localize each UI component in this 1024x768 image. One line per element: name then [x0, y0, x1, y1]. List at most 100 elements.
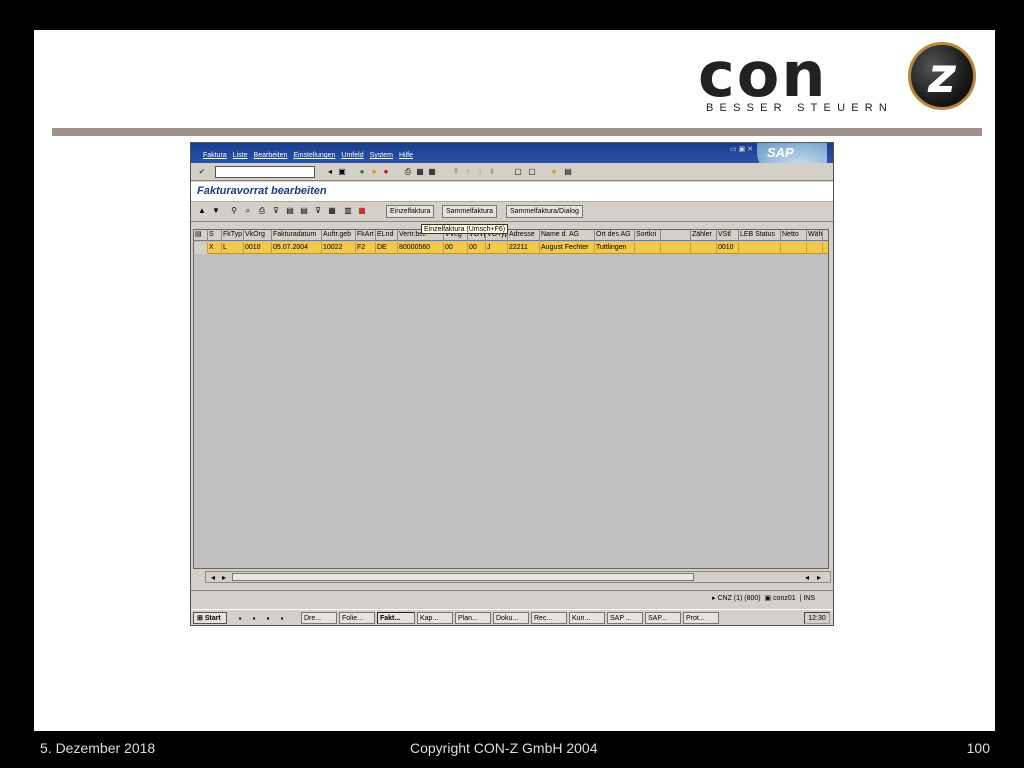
column-header[interactable]: Adresse [508, 230, 540, 241]
column-header[interactable]: VkOrg [244, 230, 272, 241]
details-icon[interactable]: ⚲ [229, 205, 239, 216]
window-controls[interactable]: ▭ ▣ ✕ [730, 145, 753, 153]
exit-icon[interactable]: ● [369, 166, 379, 177]
search-icon[interactable]: ⌕ [243, 205, 253, 216]
quick-launch-icon[interactable]: ▪ [249, 613, 259, 624]
table-cell [781, 242, 807, 254]
layout-menu-icon[interactable]: ▤ [563, 166, 573, 177]
column-header[interactable]: Ort des AG [595, 230, 635, 241]
column-header[interactable] [661, 230, 691, 241]
horizontal-scrollbar[interactable]: ◂ ▸ ◂ ▸ [205, 571, 831, 583]
sammelfaktura-dialog-button[interactable]: Sammelfaktura/Dialog [506, 205, 583, 218]
previous-page-icon[interactable]: ↑ [463, 166, 473, 177]
new-session-icon[interactable]: ▢ [513, 166, 523, 177]
column-header[interactable]: Zähler [691, 230, 717, 241]
logo-tagline: BESSER STEUERN [706, 102, 894, 114]
column-header[interactable]: VStl [717, 230, 739, 241]
find-next-icon[interactable]: ▦ [427, 166, 437, 177]
total-icon[interactable]: ▤ [285, 205, 295, 216]
column-header[interactable]: Fakturadatum [272, 230, 322, 241]
title-bar: Fakturavorrat bearbeiten [191, 182, 833, 202]
last-page-icon[interactable]: ⇟ [487, 166, 497, 177]
clock: 12:30 [804, 612, 830, 624]
table-cell [635, 242, 661, 254]
scrollbar-thumb[interactable] [232, 573, 694, 581]
column-header[interactable]: LEB Status [739, 230, 781, 241]
table-cell [661, 242, 691, 254]
taskbar-item[interactable]: SAP... [645, 612, 681, 624]
command-field[interactable] [215, 166, 315, 178]
quick-launch-icon[interactable]: ▪ [263, 613, 273, 624]
scroll-left-end-icon[interactable]: ◂ [802, 572, 812, 583]
menu-item-system[interactable]: System [370, 152, 393, 159]
first-page-icon[interactable]: ⇞ [451, 166, 461, 177]
column-header[interactable]: Sortkri [635, 230, 661, 241]
back-icon[interactable]: ● [357, 166, 367, 177]
table-row[interactable]: X L 0010 05.07.2004 10022 F2 DE 80000560 00 00 J 22… [194, 242, 828, 254]
taskbar-item[interactable]: Prot... [683, 612, 719, 624]
scroll-right-icon[interactable]: ▸ [219, 572, 229, 583]
column-header[interactable]: FkArt [356, 230, 376, 241]
menu-item-bearbeiten[interactable]: Bearbeiten [254, 152, 288, 159]
save-icon[interactable]: ▣ [337, 166, 347, 177]
einzelfaktura-button[interactable]: Einzelfaktura [386, 205, 435, 218]
filter-icon[interactable]: ⊽ [271, 205, 281, 216]
table-cell: J [486, 242, 508, 254]
menu-item-hilfe[interactable]: Hilfe [399, 152, 413, 159]
back-arrow-icon[interactable]: ◂ [325, 166, 335, 177]
table-cell: 0010 [244, 242, 272, 254]
spreadsheet-icon[interactable]: ▥ [343, 205, 353, 216]
column-header[interactable]: Netto [781, 230, 807, 241]
column-header[interactable]: FkTyp [222, 230, 244, 241]
footer-page-number: 100 [966, 740, 990, 756]
taskbar-item[interactable]: Doku... [493, 612, 529, 624]
menu-item-faktura[interactable]: Faktura [203, 152, 227, 159]
scroll-left-icon[interactable]: ◂ [208, 572, 218, 583]
con-z-logo: con z BESSER STEUERN [698, 42, 980, 118]
enter-icon[interactable]: ✔ [197, 166, 207, 177]
table-cell: 10022 [322, 242, 356, 254]
next-page-icon[interactable]: ↓ [475, 166, 485, 177]
taskbar-item[interactable]: Plan... [455, 612, 491, 624]
menu-item-umfeld[interactable]: Umfeld [341, 152, 363, 159]
start-button[interactable]: ⊞ Start [193, 612, 227, 624]
taskbar-item[interactable]: Folie... [339, 612, 375, 624]
taskbar-item[interactable]: Kun... [569, 612, 605, 624]
taskbar-item[interactable]: SAP ... [607, 612, 643, 624]
standard-toolbar: ✔ ◂ ▣ ● ● ● ⎙ ▦ ▦ ⇞ ↑ ↓ ⇟ ▢ ▢ ● ▤ [191, 163, 833, 181]
logo-z-letter: z [928, 48, 956, 104]
column-header[interactable]: Name d. AG [540, 230, 595, 241]
scroll-right-end-icon[interactable]: ▸ [814, 572, 824, 583]
taskbar-item[interactable]: Dre... [301, 612, 337, 624]
table-cell [691, 242, 717, 254]
column-header[interactable]: Wäh [807, 230, 823, 241]
change-layout-icon[interactable]: ⊽ [313, 205, 323, 216]
menu-item-einstellungen[interactable]: Einstellungen [293, 152, 335, 159]
select-layout-icon[interactable]: ▦ [357, 205, 367, 216]
taskbar-item[interactable]: Fakt... [377, 612, 415, 624]
taskbar-item[interactable]: Rec... [531, 612, 567, 624]
menu-item-liste[interactable]: Liste [233, 152, 248, 159]
cancel-icon[interactable]: ● [381, 166, 391, 177]
sort-down-icon[interactable]: ▼ [211, 205, 221, 216]
insert-mode: INS [803, 595, 815, 602]
row-selector[interactable] [194, 242, 208, 254]
print-icon[interactable]: ⎙ [403, 166, 413, 177]
export-icon[interactable]: ▦ [327, 205, 337, 216]
print-preview-icon[interactable]: ⎙ [257, 205, 267, 216]
select-all-icon[interactable]: ▤ [194, 230, 208, 241]
logo-z-emblem: z [908, 42, 976, 110]
column-header[interactable]: S [208, 230, 222, 241]
taskbar-item[interactable]: Kap... [417, 612, 453, 624]
find-icon[interactable]: ▦ [415, 166, 425, 177]
help-icon[interactable]: ● [549, 166, 559, 177]
sammelfaktura-button[interactable]: Sammelfaktura [442, 205, 498, 218]
subtotal-icon[interactable]: ▤ [299, 205, 309, 216]
quick-launch-icon[interactable]: ▪ [277, 613, 287, 624]
quick-launch-icon[interactable]: ▪ [235, 613, 245, 624]
shortcut-icon[interactable]: ▢ [527, 166, 537, 177]
column-header[interactable]: Auftr.geb [322, 230, 356, 241]
column-header[interactable]: ELnd [376, 230, 398, 241]
einzelfaktura-tooltip: Einzelfaktura (Umsch+F6) [421, 224, 509, 234]
sort-up-icon[interactable]: ▲ [197, 205, 207, 216]
